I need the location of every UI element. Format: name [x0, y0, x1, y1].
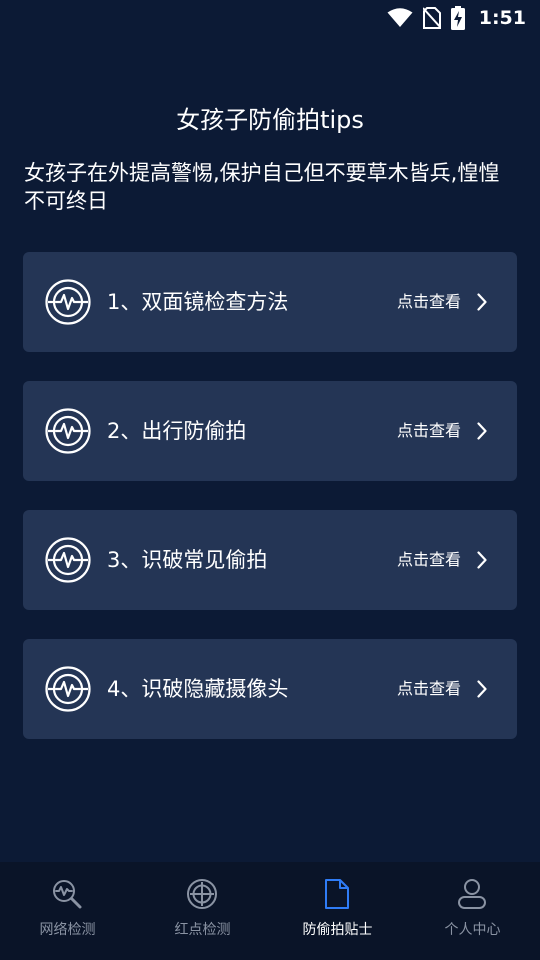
radar-pulse-icon — [45, 408, 91, 454]
chevron-right-icon — [477, 680, 487, 698]
nav-label: 网络检测 — [39, 922, 96, 938]
tip-view-link[interactable]: 点击查看 — [397, 510, 461, 610]
nav-label: 红点检测 — [174, 922, 231, 938]
tip-card-4[interactable]: 4、识破隐藏摄像头 点击查看 — [23, 639, 517, 739]
nav-item-profile[interactable]: 个人中心 — [405, 862, 540, 960]
tip-label: 3、识破常见偷拍 — [107, 548, 268, 572]
tip-view-link[interactable]: 点击查看 — [397, 381, 461, 481]
status-icons: 1:51 — [387, 6, 526, 30]
battery-charging-icon — [450, 6, 465, 30]
tip-label: 1、双面镜检查方法 — [107, 290, 289, 314]
tip-view-link[interactable]: 点击查看 — [397, 252, 461, 352]
tip-card-2[interactable]: 2、出行防偷拍 点击查看 — [23, 381, 517, 481]
nav-label: 个人中心 — [444, 922, 501, 938]
no-sim-icon — [422, 7, 441, 29]
chevron-right-icon — [477, 551, 487, 569]
tip-card-1[interactable]: 1、双面镜检查方法 点击查看 — [23, 252, 517, 352]
tip-label: 4、识破隐藏摄像头 — [107, 677, 289, 701]
nav-item-red-dot-scan[interactable]: 红点检测 — [135, 862, 270, 960]
wifi-icon — [387, 8, 413, 27]
nav-label: 防偷拍贴士 — [302, 922, 373, 938]
status-time: 1:51 — [478, 7, 526, 29]
bottom-nav: 网络检测 红点检测 防偷拍贴士 个人中心 — [0, 862, 540, 960]
radar-pulse-icon — [45, 537, 91, 583]
crosshair-icon — [187, 879, 217, 909]
radar-pulse-icon — [45, 666, 91, 712]
user-icon — [458, 879, 486, 909]
nav-item-network-scan[interactable]: 网络检测 — [0, 862, 135, 960]
radar-pulse-icon — [45, 279, 91, 325]
chevron-right-icon — [477, 422, 487, 440]
nav-item-anti-spy-tips[interactable]: 防偷拍贴士 — [270, 862, 405, 960]
tip-card-3[interactable]: 3、识破常见偷拍 点击查看 — [23, 510, 517, 610]
network-scan-icon — [53, 880, 82, 909]
tip-label: 2、出行防偷拍 — [107, 419, 247, 443]
chevron-right-icon — [477, 293, 487, 311]
status-bar: 1:51 — [0, 0, 540, 36]
page-title: 女孩子防偷拍tips — [176, 106, 364, 134]
tip-view-link[interactable]: 点击查看 — [397, 639, 461, 739]
document-icon — [325, 879, 349, 909]
intro-text: 女孩子在外提高警惕,保护自己但不要草木皆兵,惶惶不可终日 — [24, 161, 500, 213]
